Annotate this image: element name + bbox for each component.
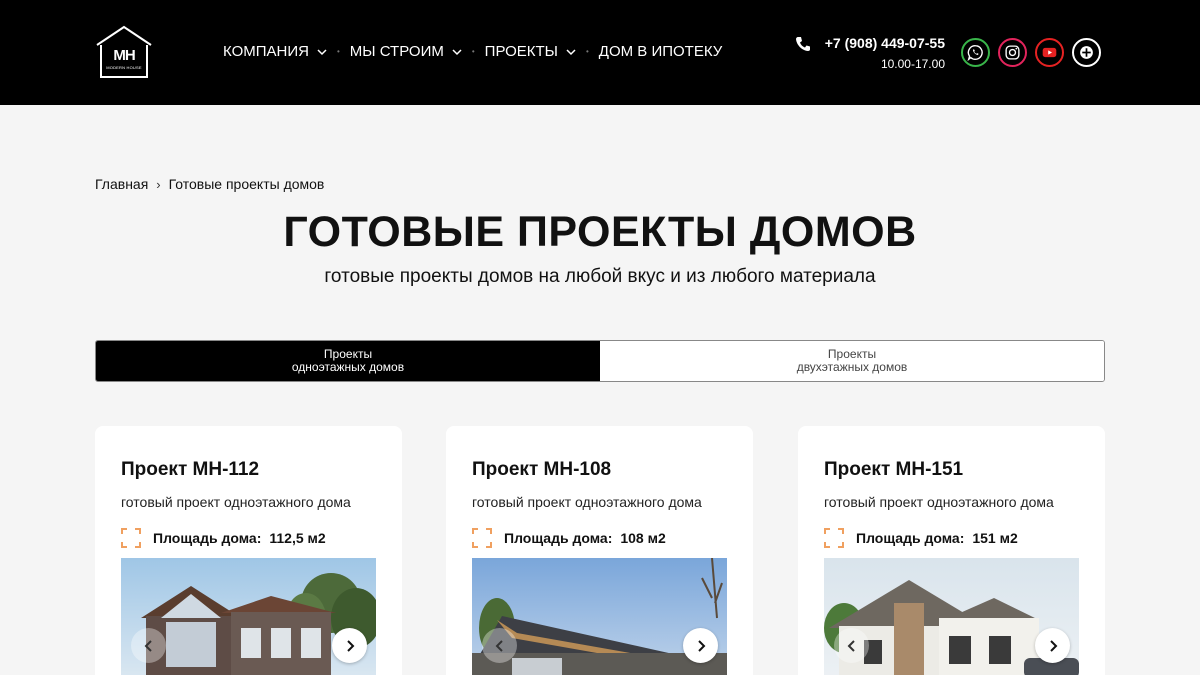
page-title: ГОТОВЫЕ ПРОЕКТЫ ДОМОВ <box>283 208 917 256</box>
project-area: Площадь дома: 108 м2 <box>472 528 666 548</box>
more-button[interactable] <box>1072 38 1101 67</box>
breadcrumb-current: Готовые проекты домов <box>168 176 325 192</box>
site-header: MH MODERN HOUSE КОМПАНИЯ • МЫ СТРОИМ • П… <box>0 0 1200 105</box>
carousel-prev-button[interactable] <box>834 628 869 663</box>
breadcrumb: Главная › Готовые проекты домов <box>95 176 324 192</box>
area-icon <box>824 528 844 548</box>
project-title[interactable]: Проект МН-108 <box>472 459 611 481</box>
carousel-next-button[interactable] <box>1035 628 1070 663</box>
tab-label-line2: двухэтажных домов <box>796 360 908 374</box>
nav-separator: • <box>471 47 475 56</box>
project-description: готовый проект одноэтажного дома <box>121 494 351 510</box>
area-label: Площадь дома: <box>504 530 613 546</box>
nav-label: ПРОЕКТЫ <box>484 43 558 60</box>
project-description: готовый проект одноэтажного дома <box>472 494 702 510</box>
tab-two-story[interactable]: Проекты двухэтажных домов <box>600 341 1104 381</box>
nav-label: МЫ СТРОИМ <box>349 43 444 60</box>
chevron-left-icon <box>495 639 503 652</box>
chevron-down-icon <box>452 48 462 55</box>
instagram-button[interactable] <box>998 38 1027 67</box>
chevron-left-icon <box>847 639 855 652</box>
youtube-button[interactable] <box>1035 38 1064 67</box>
project-card[interactable]: Проект МН-108 готовый проект одноэтажног… <box>446 426 753 675</box>
phone-number[interactable]: +7 (908) 449-07-55 <box>795 35 945 51</box>
area-icon <box>121 528 141 548</box>
area-value: 108 м2 <box>620 530 666 546</box>
chevron-right-icon <box>346 639 354 652</box>
project-card[interactable]: Проект МН-112 готовый проект одноэтажног… <box>95 426 402 675</box>
project-area: Площадь дома: 151 м2 <box>824 528 1018 548</box>
project-photo[interactable] <box>824 558 1079 675</box>
whatsapp-button[interactable] <box>961 38 990 67</box>
carousel-next-button[interactable] <box>332 628 367 663</box>
project-title[interactable]: Проект МН-151 <box>824 459 963 481</box>
logo[interactable]: MH MODERN HOUSE <box>95 25 153 79</box>
chevron-down-icon <box>317 48 327 55</box>
nav-item-we-build[interactable]: МЫ СТРОИМ <box>350 43 462 60</box>
area-value: 112,5 м2 <box>269 530 326 546</box>
page-subtitle: готовые проекты домов на любой вкус и из… <box>324 266 876 287</box>
plus-icon <box>1080 46 1093 59</box>
floor-tabs: Проекты одноэтажных домов Проекты двухэт… <box>95 340 1105 382</box>
logo-monogram: MH <box>113 47 135 64</box>
nav-item-company[interactable]: КОМПАНИЯ <box>223 43 327 60</box>
area-value: 151 м2 <box>972 530 1018 546</box>
working-hours: 10.00-17.00 <box>880 57 945 71</box>
carousel-next-button[interactable] <box>683 628 718 663</box>
main-nav: КОМПАНИЯ • МЫ СТРОИМ • ПРОЕКТЫ • ДОМ В И… <box>223 43 722 60</box>
project-area: Площадь дома: 112,5 м2 <box>121 528 326 548</box>
logo-tagline: MODERN HOUSE <box>106 65 142 70</box>
carousel-prev-button[interactable] <box>131 628 166 663</box>
tab-one-story[interactable]: Проекты одноэтажных домов <box>96 341 600 381</box>
chevron-left-icon <box>144 639 152 652</box>
area-label: Площадь дома: <box>856 530 965 546</box>
tab-label-line2: одноэтажных домов <box>291 360 405 374</box>
project-title[interactable]: Проект МН-112 <box>121 459 259 481</box>
area-icon <box>472 528 492 548</box>
breadcrumb-separator: › <box>156 176 161 192</box>
carousel-prev-button[interactable] <box>482 628 517 663</box>
nav-separator: • <box>336 47 340 56</box>
project-description: готовый проект одноэтажного дома <box>824 494 1054 510</box>
phone-icon <box>796 37 810 51</box>
chevron-right-icon <box>1049 639 1057 652</box>
instagram-icon <box>1005 45 1020 60</box>
chevron-down-icon <box>566 48 576 55</box>
project-photo[interactable] <box>472 558 727 675</box>
breadcrumb-home-link[interactable]: Главная <box>95 176 148 192</box>
nav-label: КОМПАНИЯ <box>223 43 309 60</box>
whatsapp-icon <box>967 45 983 61</box>
nav-separator: • <box>585 47 589 56</box>
project-photo[interactable] <box>121 558 376 675</box>
chevron-right-icon <box>697 639 705 652</box>
nav-item-mortgage[interactable]: ДОМ В ИПОТЕКУ <box>599 43 723 60</box>
nav-label: ДОМ В ИПОТЕКУ <box>598 43 723 60</box>
nav-item-projects[interactable]: ПРОЕКТЫ <box>485 43 576 60</box>
contact-block: +7 (908) 449-07-55 10.00-17.00 <box>795 35 945 71</box>
project-card[interactable]: Проект МН-151 готовый проект одноэтажног… <box>798 426 1105 675</box>
youtube-icon <box>1042 47 1057 58</box>
area-label: Площадь дома: <box>153 530 262 546</box>
